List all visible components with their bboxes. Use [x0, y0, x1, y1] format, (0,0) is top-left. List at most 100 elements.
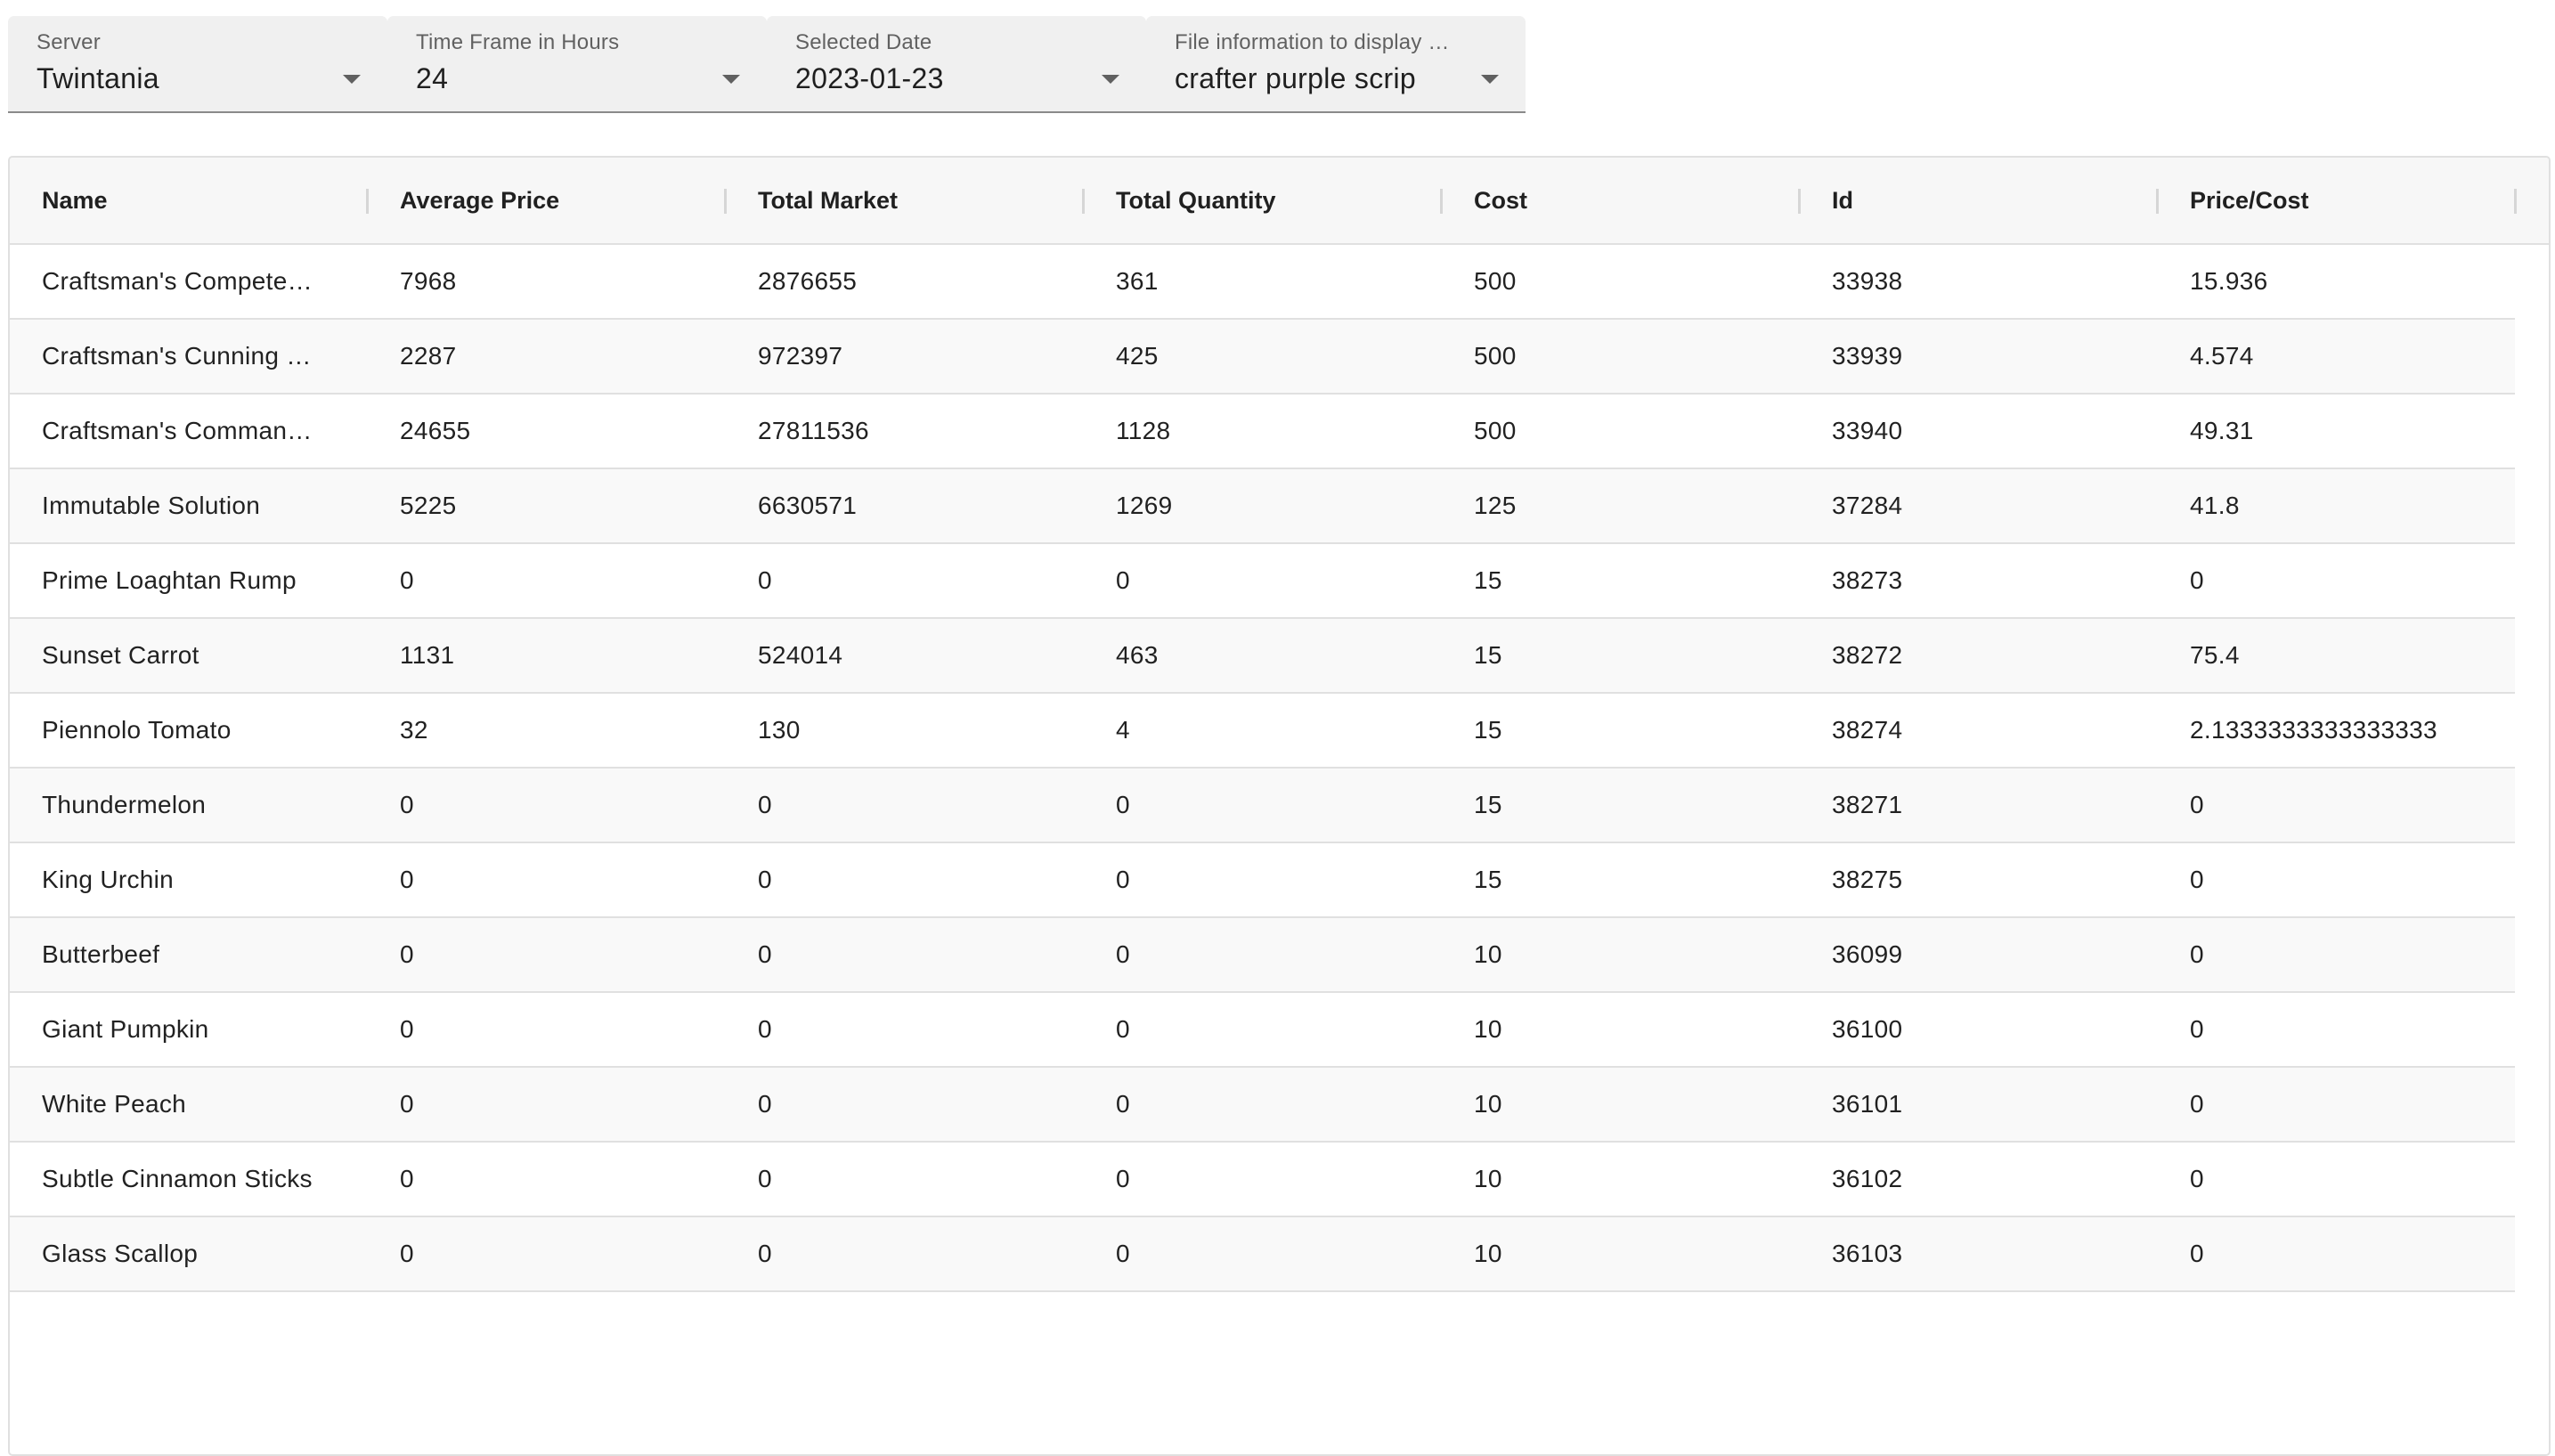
- table-row[interactable]: Craftsman's Compete… 7968 2876655 361 500 339…: [10, 245, 2515, 320]
- table-row[interactable]: Craftsman's Cunning … 2287 972397 425 500 339…: [10, 320, 2515, 395]
- table-row[interactable]: King Urchin 0 0 0 15 38275 0: [10, 843, 2515, 918]
- column-header-id[interactable]: Id: [1800, 158, 2158, 243]
- cell-name[interactable]: Butterbeef: [10, 918, 368, 991]
- column-header-cost[interactable]: Cost: [1442, 158, 1800, 243]
- cell-cost[interactable]: 15: [1442, 769, 1800, 842]
- cell-total-quantity[interactable]: 0: [1084, 843, 1442, 916]
- cell-average-price[interactable]: 1131: [368, 619, 726, 692]
- cell-id[interactable]: 36099: [1800, 918, 2158, 991]
- cell-total-quantity[interactable]: 0: [1084, 769, 1442, 842]
- cell-total-market[interactable]: 0: [726, 843, 1084, 916]
- cell-price-cost[interactable]: 0: [2158, 1217, 2516, 1290]
- column-header-total-quantity[interactable]: Total Quantity: [1084, 158, 1442, 243]
- cell-price-cost[interactable]: 4.574: [2158, 320, 2516, 393]
- table-row[interactable]: Sunset Carrot 1131 524014 463 15 38272 75.4: [10, 619, 2515, 694]
- cell-cost[interactable]: 500: [1442, 395, 1800, 468]
- cell-name[interactable]: Sunset Carrot: [10, 619, 368, 692]
- cell-total-market[interactable]: 6630571: [726, 469, 1084, 542]
- cell-name[interactable]: Piennolo Tomato: [10, 694, 368, 767]
- cell-average-price[interactable]: 0: [368, 1068, 726, 1141]
- cell-price-cost[interactable]: 0: [2158, 1143, 2516, 1216]
- cell-total-market[interactable]: 972397: [726, 320, 1084, 393]
- cell-cost[interactable]: 15: [1442, 619, 1800, 692]
- cell-total-market[interactable]: 0: [726, 544, 1084, 617]
- cell-cost[interactable]: 10: [1442, 1068, 1800, 1141]
- cell-cost[interactable]: 500: [1442, 320, 1800, 393]
- cell-id[interactable]: 38271: [1800, 769, 2158, 842]
- cell-cost[interactable]: 15: [1442, 544, 1800, 617]
- cell-name[interactable]: Craftsman's Comman…: [10, 395, 368, 468]
- cell-average-price[interactable]: 32: [368, 694, 726, 767]
- cell-cost[interactable]: 500: [1442, 245, 1800, 318]
- cell-total-quantity[interactable]: 4: [1084, 694, 1442, 767]
- cell-total-market[interactable]: 0: [726, 1068, 1084, 1141]
- cell-total-market[interactable]: 0: [726, 918, 1084, 991]
- cell-price-cost[interactable]: 0: [2158, 993, 2516, 1066]
- column-header-average-price[interactable]: Average Price: [368, 158, 726, 243]
- cell-average-price[interactable]: 7968: [368, 245, 726, 318]
- cell-price-cost[interactable]: 41.8: [2158, 469, 2516, 542]
- cell-id[interactable]: 36101: [1800, 1068, 2158, 1141]
- cell-average-price[interactable]: 2287: [368, 320, 726, 393]
- time-frame-select[interactable]: Time Frame in Hours 24: [387, 16, 767, 113]
- cell-price-cost[interactable]: 0: [2158, 843, 2516, 916]
- cell-total-quantity[interactable]: 0: [1084, 544, 1442, 617]
- cell-average-price[interactable]: 0: [368, 843, 726, 916]
- cell-total-market[interactable]: 130: [726, 694, 1084, 767]
- column-separator[interactable]: [2514, 189, 2517, 214]
- cell-average-price[interactable]: 24655: [368, 395, 726, 468]
- cell-name[interactable]: Glass Scallop: [10, 1217, 368, 1290]
- cell-total-quantity[interactable]: 0: [1084, 1143, 1442, 1216]
- cell-id[interactable]: 33939: [1800, 320, 2158, 393]
- cell-total-quantity[interactable]: 0: [1084, 993, 1442, 1066]
- cell-total-quantity[interactable]: 463: [1084, 619, 1442, 692]
- cell-price-cost[interactable]: 75.4: [2158, 619, 2516, 692]
- cell-average-price[interactable]: 0: [368, 918, 726, 991]
- table-row[interactable]: Immutable Solution 5225 6630571 1269 125 3728…: [10, 469, 2515, 544]
- cell-price-cost[interactable]: 0: [2158, 544, 2516, 617]
- cell-name[interactable]: Craftsman's Compete…: [10, 245, 368, 318]
- cell-name[interactable]: Thundermelon: [10, 769, 368, 842]
- cell-id[interactable]: 36100: [1800, 993, 2158, 1066]
- cell-name[interactable]: Craftsman's Cunning …: [10, 320, 368, 393]
- cell-id[interactable]: 36103: [1800, 1217, 2158, 1290]
- table-row[interactable]: Craftsman's Comman… 24655 27811536 1128 500 3…: [10, 395, 2515, 469]
- cell-total-market[interactable]: 0: [726, 1217, 1084, 1290]
- cell-name[interactable]: Immutable Solution: [10, 469, 368, 542]
- cell-cost[interactable]: 10: [1442, 1217, 1800, 1290]
- cell-price-cost[interactable]: 49.31: [2158, 395, 2516, 468]
- table-row[interactable]: Thundermelon 0 0 0 15 38271 0: [10, 769, 2515, 843]
- cell-total-quantity[interactable]: 0: [1084, 1217, 1442, 1290]
- cell-cost[interactable]: 10: [1442, 993, 1800, 1066]
- cell-id[interactable]: 38273: [1800, 544, 2158, 617]
- cell-price-cost[interactable]: 0: [2158, 1068, 2516, 1141]
- cell-total-market[interactable]: 2876655: [726, 245, 1084, 318]
- cell-price-cost[interactable]: 0: [2158, 918, 2516, 991]
- cell-average-price[interactable]: 0: [368, 769, 726, 842]
- column-header-price-cost[interactable]: Price/Cost: [2158, 158, 2516, 243]
- selected-date-select[interactable]: Selected Date 2023-01-23: [767, 16, 1146, 113]
- cell-total-quantity[interactable]: 1269: [1084, 469, 1442, 542]
- cell-cost[interactable]: 10: [1442, 1143, 1800, 1216]
- cell-id[interactable]: 38274: [1800, 694, 2158, 767]
- table-row[interactable]: Giant Pumpkin 0 0 0 10 36100 0: [10, 993, 2515, 1068]
- table-row[interactable]: Piennolo Tomato 32 130 4 15 38274 2.1333333333…: [10, 694, 2515, 769]
- cell-id[interactable]: 33940: [1800, 395, 2158, 468]
- cell-total-quantity[interactable]: 0: [1084, 1068, 1442, 1141]
- cell-total-market[interactable]: 524014: [726, 619, 1084, 692]
- cell-total-market[interactable]: 0: [726, 1143, 1084, 1216]
- cell-id[interactable]: 36102: [1800, 1143, 2158, 1216]
- cell-total-quantity[interactable]: 425: [1084, 320, 1442, 393]
- table-row[interactable]: White Peach 0 0 0 10 36101 0: [10, 1068, 2515, 1143]
- cell-id[interactable]: 37284: [1800, 469, 2158, 542]
- cell-id[interactable]: 33938: [1800, 245, 2158, 318]
- cell-total-quantity[interactable]: 361: [1084, 245, 1442, 318]
- cell-cost[interactable]: 125: [1442, 469, 1800, 542]
- cell-name[interactable]: White Peach: [10, 1068, 368, 1141]
- server-select[interactable]: Server Twintania: [8, 16, 387, 113]
- cell-name[interactable]: Subtle Cinnamon Sticks: [10, 1143, 368, 1216]
- cell-cost[interactable]: 15: [1442, 843, 1800, 916]
- cell-average-price[interactable]: 0: [368, 544, 726, 617]
- cell-cost[interactable]: 15: [1442, 694, 1800, 767]
- cell-average-price[interactable]: 0: [368, 1217, 726, 1290]
